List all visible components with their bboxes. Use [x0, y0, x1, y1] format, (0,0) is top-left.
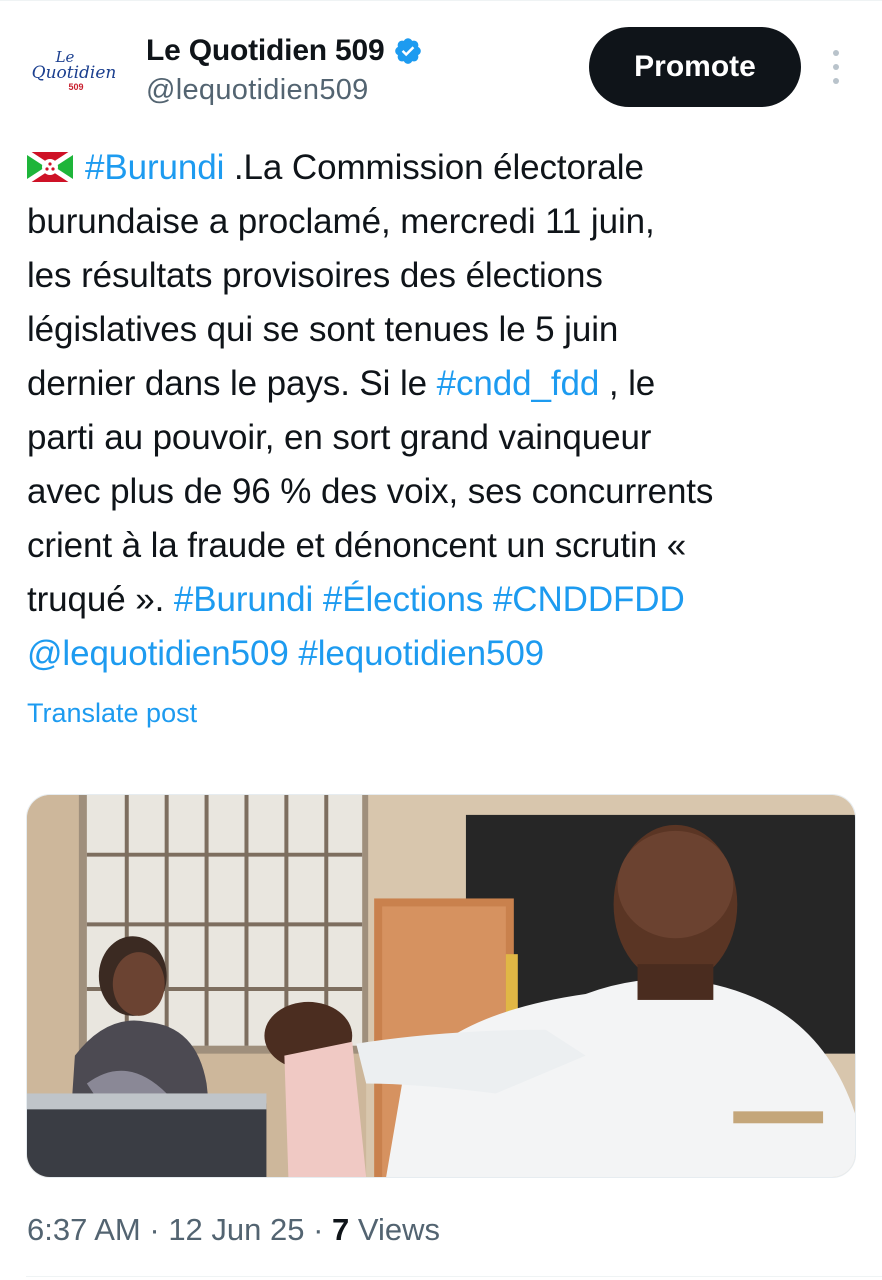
- hashtag-link[interactable]: #Burundi: [174, 580, 313, 619]
- translate-post-link[interactable]: Translate post: [27, 698, 197, 729]
- author-name[interactable]: Le Quotidien 509: [146, 34, 385, 68]
- views-label: Views: [349, 1212, 441, 1247]
- hashtag-link[interactable]: #lequotidien509: [298, 634, 544, 673]
- post-meta: 6:37 AM · 12 Jun 25 · 7 Views: [27, 1212, 440, 1248]
- post-time[interactable]: 6:37 AM: [27, 1212, 141, 1247]
- post-text-line: avec plus de 96 % des voix, ses concurre…: [27, 465, 857, 519]
- promote-button[interactable]: Promote: [589, 27, 801, 107]
- post-image[interactable]: [26, 794, 856, 1178]
- hashtag-link[interactable]: #Élections: [323, 580, 484, 619]
- account-avatar[interactable]: Le Quotidien 509: [26, 38, 122, 104]
- post-text-segment: les résultats provisoires des élections: [27, 256, 603, 295]
- logo-text-line1: Le: [55, 48, 75, 66]
- post-text-line: crient à la fraude et dénoncent un scrut…: [27, 519, 857, 573]
- more-dot: [833, 64, 839, 70]
- author-handle[interactable]: @lequotidien509: [146, 74, 423, 107]
- post-text-line: @lequotidien509 #lequotidien509: [27, 627, 857, 681]
- post-text-segment: truqué ».: [27, 580, 174, 619]
- post-text-segment: [313, 580, 323, 619]
- post-text-segment: [289, 634, 299, 673]
- post-text-line: #Burundi .La Commission électorale: [25, 141, 857, 195]
- election-photo: [27, 795, 855, 1177]
- post-text-segment: dernier dans le pays. Si le: [27, 364, 437, 403]
- meta-separator: ·: [140, 1212, 169, 1247]
- verified-badge-icon[interactable]: [393, 36, 423, 66]
- post-text-segment: [483, 580, 493, 619]
- post-text-line: parti au pouvoir, en sort grand vainqueu…: [27, 411, 857, 465]
- hashtag-link[interactable]: #CNDDFDD: [493, 580, 685, 619]
- post-author: Le Quotidien 509 @lequotidien509: [146, 34, 423, 107]
- post-text-line: truqué ». #Burundi #Élections #CNDDFDD: [27, 573, 857, 627]
- post-date[interactable]: 12 Jun 25: [168, 1212, 304, 1247]
- post-text-line: dernier dans le pays. Si le #cndd_fdd , …: [27, 357, 857, 411]
- post-text-line: burundaise a proclamé, mercredi 11 juin,: [27, 195, 857, 249]
- bottom-divider: [26, 1276, 882, 1277]
- meta-separator: ·: [304, 1212, 333, 1247]
- post-text-line: les résultats provisoires des élections: [27, 249, 857, 303]
- post-text-segment: crient à la fraude et dénoncent un scrut…: [27, 526, 687, 565]
- post-text-segment: .La Commission électorale: [224, 148, 644, 187]
- logo-text-line2: Quotidien: [31, 63, 117, 83]
- more-vertical-icon[interactable]: [826, 50, 846, 84]
- post-text-line: législatives qui se sont tenues le 5 jui…: [27, 303, 857, 357]
- hashtag-link[interactable]: #Burundi: [85, 148, 224, 187]
- post-text-segment: burundaise a proclamé, mercredi 11 juin,: [27, 202, 655, 241]
- more-dot: [833, 50, 839, 56]
- hashtag-link[interactable]: #cndd_fdd: [437, 364, 600, 403]
- post-text-segment: , le: [599, 364, 656, 403]
- views-count[interactable]: 7: [332, 1212, 349, 1247]
- top-divider: [0, 0, 882, 1]
- post-text-segment: avec plus de 96 % des voix, ses concurre…: [27, 472, 714, 511]
- logo-text-line3: 509: [68, 82, 84, 92]
- post-text: #Burundi .La Commission électorale burund…: [25, 141, 857, 681]
- post-text-segment: parti au pouvoir, en sort grand vainqueu…: [27, 418, 652, 457]
- burundi-flag-icon: [25, 144, 75, 185]
- mention-link[interactable]: @lequotidien509: [27, 634, 289, 673]
- more-dot: [833, 78, 839, 84]
- post-text-segment: législatives qui se sont tenues le 5 jui…: [27, 310, 619, 349]
- author-name-row: Le Quotidien 509: [146, 34, 423, 68]
